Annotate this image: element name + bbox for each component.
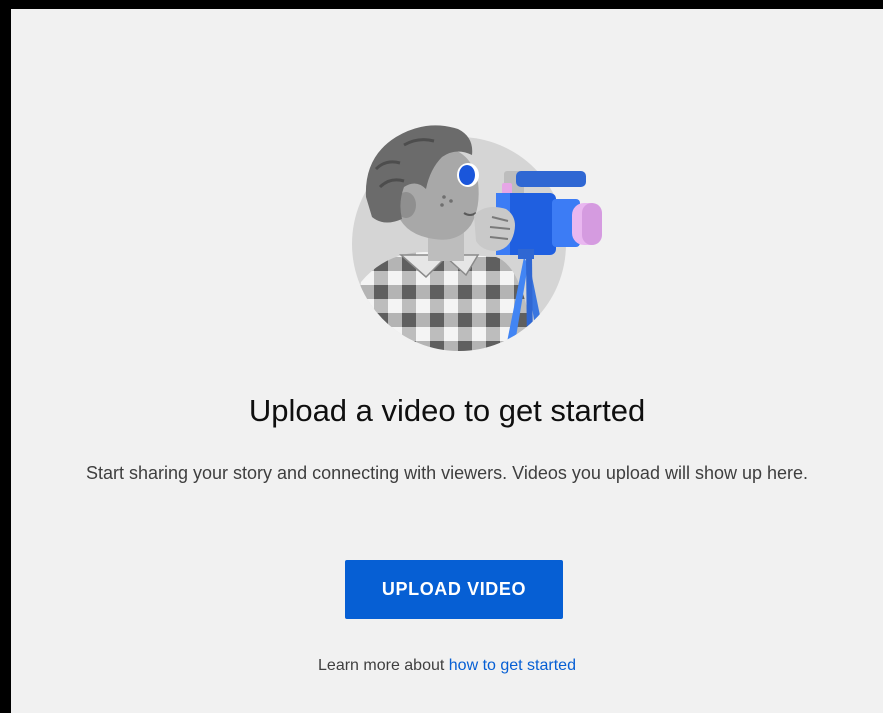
- learn-more-prefix: Learn more about: [318, 657, 445, 674]
- empty-state-title: Upload a video to get started: [248, 393, 646, 428]
- camera-operator-illustration: [346, 117, 616, 362]
- upload-video-button[interactable]: UPLOAD VIDEO: [345, 560, 563, 619]
- empty-state-description: Start sharing your story and connecting …: [85, 463, 809, 483]
- how-to-get-started-link[interactable]: how to get started: [449, 657, 576, 674]
- learn-more-text: Learn more about how to get started: [11, 655, 883, 677]
- empty-state-panel: Upload a video to get started Start shar…: [11, 9, 883, 713]
